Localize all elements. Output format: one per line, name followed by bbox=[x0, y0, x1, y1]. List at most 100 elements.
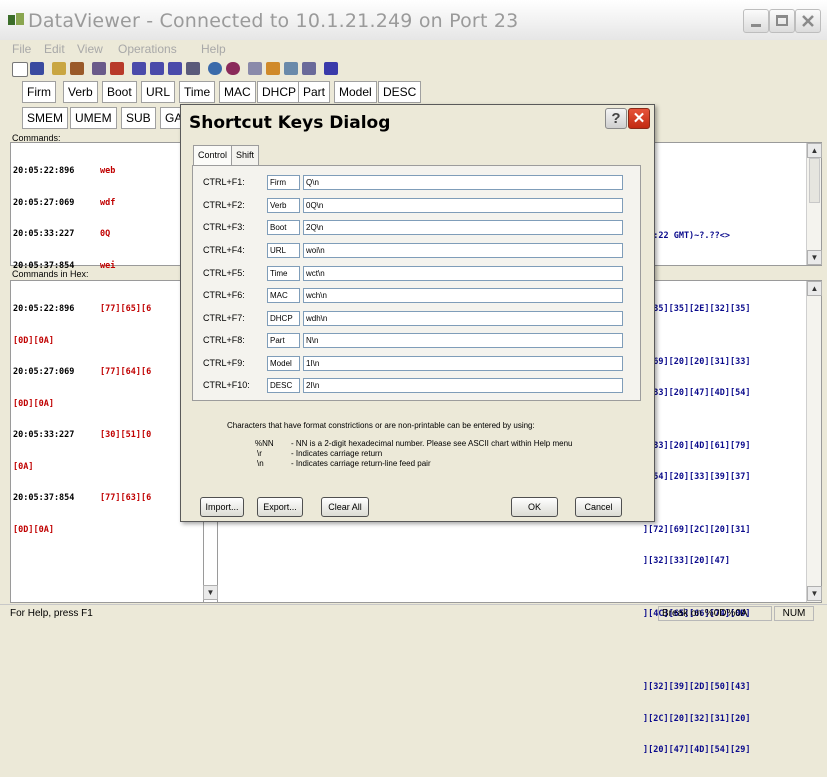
key-name-field[interactable]: URL bbox=[267, 243, 300, 258]
command-row: 20:05:22:896 web bbox=[13, 166, 116, 176]
shortcut-firm-button[interactable]: Firm bbox=[22, 81, 56, 103]
shortcut-desc-button[interactable]: DESC bbox=[378, 81, 422, 103]
shortcut-boot-button[interactable]: Boot bbox=[102, 81, 137, 103]
menu-file[interactable]: File bbox=[12, 42, 31, 56]
scroll-down-icon[interactable]: ▼ bbox=[807, 250, 822, 265]
info-code: %NN bbox=[255, 439, 274, 448]
hex-right-line: ][35][35][2E][32][35] bbox=[643, 304, 751, 314]
key-name-field[interactable]: Boot bbox=[267, 220, 300, 235]
cancel-button[interactable]: Cancel bbox=[575, 497, 622, 517]
grid-icon[interactable] bbox=[132, 62, 146, 75]
close-window-button[interactable] bbox=[795, 9, 821, 33]
main-window: DataViewer - Connected to 10.1.21.249 on… bbox=[0, 0, 827, 755]
ok-button[interactable]: OK bbox=[511, 497, 558, 517]
pencil-icon[interactable] bbox=[266, 62, 280, 75]
maximize-button[interactable] bbox=[769, 9, 795, 33]
hex-row: 20:05:22:896 [77][65][6 bbox=[13, 304, 152, 314]
key-label: CTRL+F8: bbox=[203, 335, 245, 345]
grid-alt-icon[interactable] bbox=[150, 62, 164, 75]
shortcut-part-button[interactable]: Part bbox=[298, 81, 331, 103]
window-title: DataViewer - Connected to 10.1.21.249 on… bbox=[28, 10, 519, 32]
shortcut-keys-dialog: Shortcut Keys Dialog ? ✕ Control Shift C… bbox=[180, 104, 655, 522]
refresh-icon[interactable] bbox=[302, 62, 316, 75]
key-label: CTRL+F7: bbox=[203, 313, 245, 323]
filter-icon[interactable] bbox=[284, 62, 298, 75]
key-value-field[interactable]: Q\n bbox=[303, 175, 623, 190]
shortcut-row-1: Firm Verb Boot URL Time MAC DHCP Part Mo… bbox=[0, 81, 827, 105]
close-icon bbox=[802, 15, 814, 27]
shortcut-sub-button[interactable]: SUB bbox=[121, 107, 156, 129]
key-value-field[interactable]: 0Q\n bbox=[303, 198, 623, 213]
commands-scrollbar[interactable]: ▲ ▼ bbox=[806, 143, 822, 265]
table-icon[interactable] bbox=[186, 62, 200, 75]
key-name-field[interactable]: DHCP bbox=[267, 311, 300, 326]
shortcut-time-button[interactable]: Time bbox=[179, 81, 216, 103]
info-desc: - Indicates carriage return bbox=[291, 449, 383, 458]
menu-edit[interactable]: Edit bbox=[44, 42, 65, 56]
save-icon[interactable] bbox=[30, 62, 44, 75]
hex-row-cont: [0D][0A] bbox=[13, 335, 54, 346]
command-row: 20:05:33:227 0Q bbox=[13, 229, 111, 239]
scroll-down-icon[interactable]: ▼ bbox=[807, 586, 822, 601]
status-break-indicator: Break on %0D%0A bbox=[658, 606, 772, 621]
menu-help[interactable]: Help bbox=[201, 42, 226, 56]
new-file-icon[interactable] bbox=[12, 62, 28, 77]
key-value-field[interactable]: woi\n bbox=[303, 243, 623, 258]
shortcut-verb-button[interactable]: Verb bbox=[63, 81, 98, 103]
export-button[interactable]: Export... bbox=[257, 497, 303, 517]
minimize-button[interactable] bbox=[743, 9, 769, 33]
command-row: 20:05:27:069 wdf bbox=[13, 197, 116, 208]
shortcut-umem-button[interactable]: UMEM bbox=[70, 107, 117, 129]
key-value-field[interactable]: 2I\n bbox=[303, 378, 623, 393]
hex-right-line: ][54][20][33][39][37] bbox=[643, 472, 751, 482]
info-desc: - NN is a 2-digit hexadecimal number. Pl… bbox=[291, 439, 573, 448]
key-value-field[interactable]: wdh\n bbox=[303, 311, 623, 326]
print-icon[interactable] bbox=[70, 62, 84, 75]
hex-row: 20:05:37:854 [77][63][6 bbox=[13, 493, 152, 503]
scroll-down-icon[interactable]: ▼ bbox=[203, 585, 218, 600]
menu-view[interactable]: View bbox=[77, 42, 103, 56]
shortcut-mac-button[interactable]: MAC bbox=[219, 81, 256, 103]
about-icon[interactable] bbox=[324, 62, 338, 75]
key-value-field[interactable]: wch\n bbox=[303, 288, 623, 303]
scroll-thumb[interactable] bbox=[809, 158, 820, 203]
key-value-field[interactable]: N\n bbox=[303, 333, 623, 348]
tab-shift[interactable]: Shift bbox=[231, 145, 260, 165]
gear-icon[interactable] bbox=[226, 62, 240, 75]
shortcut-smem-button[interactable]: SMEM bbox=[22, 107, 68, 129]
import-button[interactable]: Import... bbox=[200, 497, 244, 517]
open-folder-icon[interactable] bbox=[52, 62, 66, 75]
document-icon[interactable] bbox=[248, 62, 262, 75]
hex-label: Commands in Hex: bbox=[12, 269, 89, 279]
hex-row-cont: [0A] bbox=[13, 461, 34, 472]
key-name-field[interactable]: Firm bbox=[267, 175, 300, 190]
key-name-field[interactable]: DESC bbox=[267, 378, 300, 393]
dialog-help-button[interactable]: ? bbox=[605, 108, 627, 129]
grid-cols-icon[interactable] bbox=[168, 62, 182, 75]
key-value-field[interactable]: wct\n bbox=[303, 266, 623, 281]
shortcut-url-button[interactable]: URL bbox=[141, 81, 176, 103]
scroll-up-icon[interactable]: ▲ bbox=[807, 143, 822, 158]
scroll-up-icon[interactable]: ▲ bbox=[807, 281, 822, 296]
key-value-field[interactable]: 2Q\n bbox=[303, 220, 623, 235]
hex-scrollbar[interactable]: ▲ ▼ bbox=[806, 281, 822, 602]
menu-operations[interactable]: Operations bbox=[118, 42, 177, 56]
key-label: CTRL+F2: bbox=[203, 200, 245, 210]
toolbar bbox=[0, 59, 827, 81]
people-alert-icon[interactable] bbox=[110, 62, 124, 75]
shortcut-model-button[interactable]: Model bbox=[334, 81, 377, 103]
clear-all-button[interactable]: Clear All bbox=[321, 497, 369, 517]
key-name-field[interactable]: MAC bbox=[267, 288, 300, 303]
key-name-field[interactable]: Time bbox=[267, 266, 300, 281]
dialog-close-button[interactable]: ✕ bbox=[628, 108, 650, 129]
key-name-field[interactable]: Verb bbox=[267, 198, 300, 213]
key-value-field[interactable]: 1I\n bbox=[303, 356, 623, 371]
key-label: CTRL+F4: bbox=[203, 245, 245, 255]
shortcut-dhcp-button[interactable]: DHCP bbox=[257, 81, 302, 103]
people-icon[interactable] bbox=[92, 62, 106, 75]
key-name-field[interactable]: Model bbox=[267, 356, 300, 371]
tab-control[interactable]: Control bbox=[193, 145, 233, 165]
clock-icon[interactable] bbox=[208, 62, 222, 75]
key-name-field[interactable]: Part bbox=[267, 333, 300, 348]
hex-row-cont: [0D][0A] bbox=[13, 524, 54, 535]
